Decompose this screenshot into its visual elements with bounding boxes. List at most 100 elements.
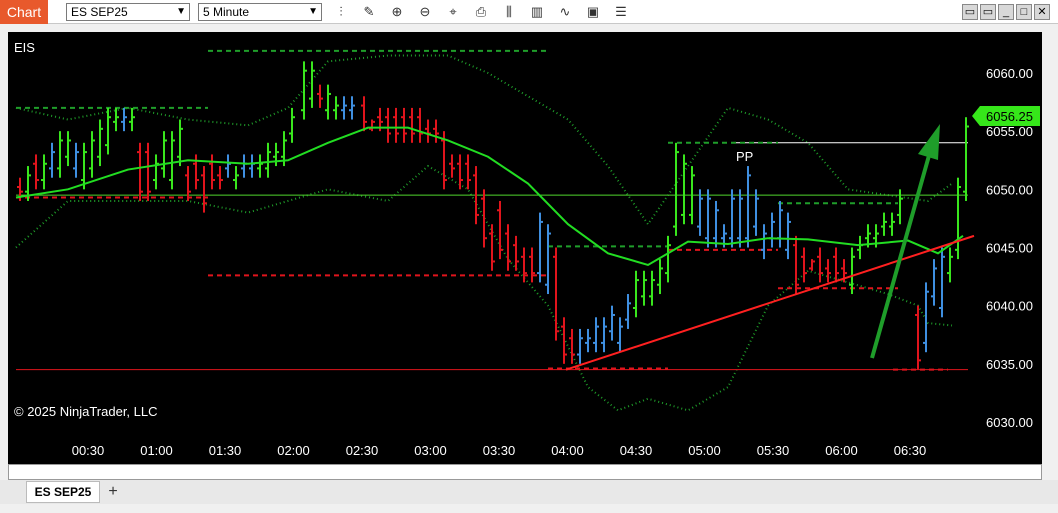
- horizontal-levels: [16, 49, 968, 371]
- indicators-icon[interactable]: ⫼: [500, 3, 518, 21]
- x-tick-label: 02:00: [277, 443, 310, 458]
- price-bar: [65, 131, 71, 167]
- price-chart[interactable]: EIS © 2025 NinjaTrader, LLC PP 6060.00 60…: [8, 32, 1042, 464]
- price-bar: [849, 247, 855, 295]
- x-tick-label: 04:30: [620, 443, 653, 458]
- instrument-selector[interactable]: ES SEP25 ▼: [66, 3, 190, 21]
- price-bar: [185, 166, 191, 201]
- price-bar: [289, 107, 295, 143]
- x-tick-label: 00:30: [72, 443, 105, 458]
- price-bar: [923, 282, 929, 353]
- price-bar: [745, 166, 751, 248]
- price-bar: [601, 317, 607, 353]
- price-bar: [955, 177, 961, 260]
- close-icon[interactable]: ✕: [1034, 4, 1050, 20]
- y-tick-label: 6035.00: [986, 357, 1033, 372]
- price-bar: [225, 154, 231, 178]
- price-bar: [249, 154, 255, 178]
- price-bar: [881, 212, 887, 236]
- price-bar: [41, 154, 47, 190]
- price-bar: [673, 142, 679, 236]
- price-bar: [569, 328, 575, 364]
- crosshair-icon[interactable]: ⌖: [444, 3, 462, 21]
- price-bar: [497, 200, 503, 260]
- horizontal-scrollbar[interactable]: [8, 464, 1042, 480]
- price-bar: [561, 317, 567, 364]
- maximize-icon[interactable]: □: [1016, 4, 1032, 20]
- interval-selector[interactable]: 5 Minute ▼: [198, 3, 322, 21]
- price-bar: [857, 235, 863, 260]
- chart-panel[interactable]: EIS © 2025 NinjaTrader, LLC PP 6060.00 60…: [8, 32, 1042, 464]
- price-bar: [409, 107, 415, 143]
- price-bar: [145, 142, 151, 201]
- price-bar: [609, 305, 615, 341]
- price-bar: [273, 142, 279, 167]
- price-bar: [257, 154, 263, 178]
- price-bar: [553, 247, 559, 341]
- price-bar: [121, 107, 127, 132]
- price-bar: [129, 107, 135, 132]
- price-bar: [369, 119, 375, 132]
- restore2-icon[interactable]: ▭: [980, 4, 996, 20]
- price-bar: [177, 119, 183, 167]
- bar-type-icon[interactable]: ⫶: [332, 3, 350, 21]
- zoom-in-icon[interactable]: ⊕: [388, 3, 406, 21]
- y-tick-label: 6060.00: [986, 66, 1033, 81]
- price-bar: [593, 317, 599, 353]
- price-bar: [341, 96, 347, 120]
- price-bar: [649, 270, 655, 306]
- x-tick-label: 01:30: [209, 443, 242, 458]
- green-arrow-head: [918, 124, 940, 160]
- chevron-down-icon: ▼: [176, 6, 186, 17]
- price-bar: [57, 131, 63, 178]
- price-bar: [825, 259, 831, 283]
- price-bar: [465, 154, 471, 190]
- price-bar: [585, 328, 591, 353]
- last-price-marker: 6056.25: [972, 106, 1040, 126]
- price-bar: [769, 212, 775, 248]
- zoom-out-icon[interactable]: ⊖: [416, 3, 434, 21]
- price-bar: [505, 224, 511, 271]
- x-tick-label: 01:00: [140, 443, 173, 458]
- chart-tab-bar: [0, 480, 1058, 504]
- moving-average: [15, 126, 964, 267]
- y-tick-label: 6050.00: [986, 182, 1033, 197]
- price-bar: [73, 142, 79, 178]
- price-bar: [97, 119, 103, 167]
- price-bar: [309, 61, 315, 108]
- price-bar: [301, 61, 307, 120]
- price-bar: [265, 142, 271, 178]
- price-bar: [777, 200, 783, 248]
- interval-value: 5 Minute: [203, 5, 250, 19]
- price-bar: [705, 189, 711, 248]
- properties-icon[interactable]: ∿: [556, 3, 574, 21]
- add-tab-button[interactable]: +: [103, 483, 123, 501]
- price-bar: [33, 154, 39, 190]
- price-bar: [113, 107, 119, 132]
- price-bar: [713, 200, 719, 248]
- strategies-icon[interactable]: ▥: [528, 3, 546, 21]
- price-bar: [897, 189, 903, 225]
- price-bar: [545, 224, 551, 295]
- y-tick-label: 6045.00: [986, 241, 1033, 256]
- price-bar: [753, 189, 759, 236]
- price-bar: [657, 259, 663, 295]
- draw-pencil-icon[interactable]: ✎: [360, 3, 378, 21]
- price-bar: [449, 154, 455, 178]
- y-tick-label: 6040.00: [986, 299, 1033, 314]
- restore-icon[interactable]: ▭: [962, 4, 978, 20]
- x-tick-label: 02:30: [346, 443, 379, 458]
- templates-icon[interactable]: ▣: [584, 3, 602, 21]
- price-bar: [161, 131, 167, 178]
- data-box-icon[interactable]: ⎙: [472, 3, 490, 21]
- price-bar: [963, 117, 969, 201]
- price-bar: [529, 247, 535, 283]
- pp-label: PP: [736, 149, 753, 164]
- ma-line: [15, 126, 964, 267]
- tab-es-sep25[interactable]: ES SEP25: [26, 481, 100, 503]
- x-tick-label: 03:00: [414, 443, 447, 458]
- window-titlebar: Chart ES SEP25 ▼ 5 Minute ▼ ⫶ ✎ ⊕ ⊖ ⌖ ⎙ …: [0, 0, 1058, 24]
- price-bar: [393, 107, 399, 143]
- minimize-icon[interactable]: _: [998, 4, 1014, 20]
- more-icon[interactable]: ☰: [612, 3, 630, 21]
